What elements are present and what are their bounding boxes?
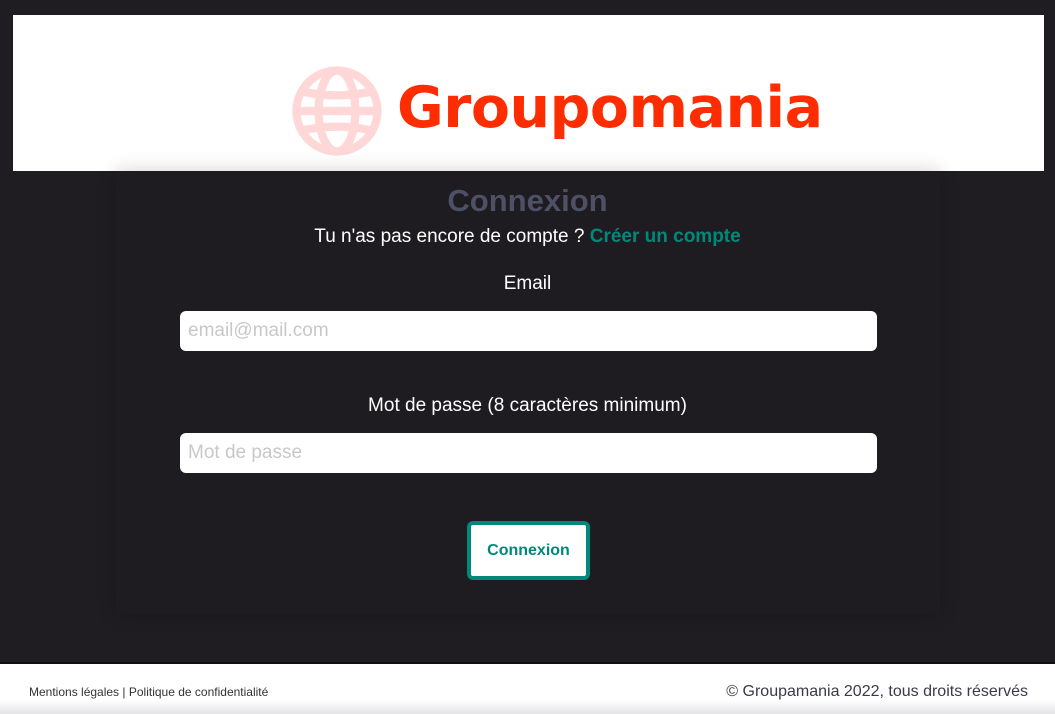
create-account-link[interactable]: Créer un compte — [590, 226, 741, 247]
password-field[interactable] — [180, 433, 877, 473]
logo: Groupomania — [291, 65, 823, 157]
signup-prompt: Tu n'as pas encore de compte ? — [314, 226, 585, 247]
signup-prompt-line: Tu n'as pas encore de compte ? Créer un … — [0, 226, 1055, 248]
copyright-text: © Groupamania 2022, tous droits réservés — [726, 683, 1028, 700]
legal-notice-link[interactable]: Mentions légales — [29, 685, 119, 699]
password-label: Mot de passe (8 caractères minimum) — [368, 395, 687, 416]
footer-links: Mentions légales | Politique de confiden… — [29, 684, 268, 700]
header-banner: Groupomania — [13, 15, 1044, 171]
logo-text: Groupomania — [397, 75, 823, 141]
email-field[interactable] — [180, 311, 877, 351]
footer: Mentions légales | Politique de confiden… — [0, 662, 1055, 714]
footer-separator: | — [122, 685, 126, 699]
login-button[interactable]: Connexion — [467, 521, 590, 580]
globe-icon — [291, 65, 383, 157]
email-label: Email — [503, 273, 552, 294]
page-title: Connexion — [447, 183, 608, 218]
privacy-policy-link[interactable]: Politique de confidentialité — [129, 685, 268, 699]
footer-shadow — [0, 700, 1055, 714]
login-page: Groupomania Connexion Tu n'as pas encore… — [0, 0, 1055, 714]
